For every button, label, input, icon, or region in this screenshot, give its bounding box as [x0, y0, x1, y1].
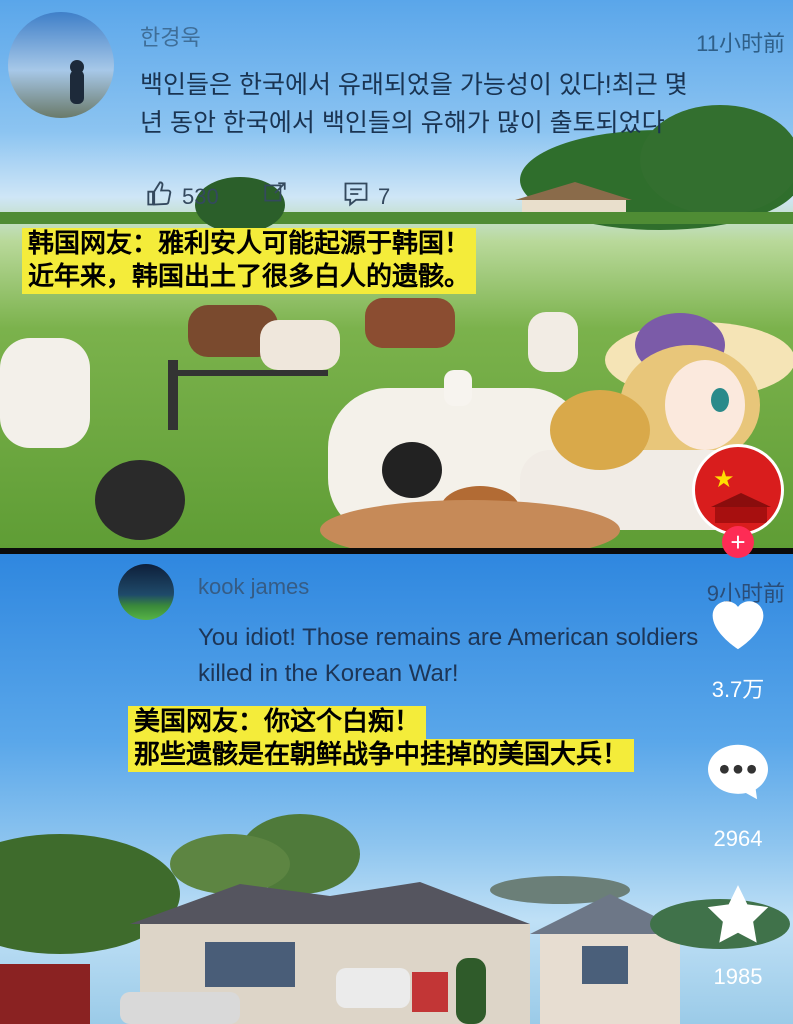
- timestamp-top: 11小时前: [696, 31, 785, 56]
- creator-avatar-button[interactable]: ★ +: [683, 444, 793, 558]
- username-top[interactable]: 한경욱: [140, 20, 201, 52]
- heart-icon: [703, 590, 773, 658]
- reply-action-top[interactable]: 7: [342, 180, 390, 214]
- like-button[interactable]: 3.7万: [683, 590, 793, 704]
- like-count: 3.7万: [711, 677, 765, 702]
- comment-bubble-icon: [705, 742, 771, 808]
- comment-button[interactable]: 2964: [683, 742, 793, 852]
- bottom-comment-card: kook james 9小时前 You idiot! Those remains…: [0, 554, 793, 1024]
- thumbs-up-icon: [146, 180, 174, 214]
- action-sidebar: ★ + 3.7万 2964 1985: [683, 440, 793, 1024]
- caption-korean-netizen-line-1: 韩国网友：雅利安人可能起源于韩国！: [22, 228, 477, 261]
- comment-icon: [342, 180, 370, 214]
- username-bottom[interactable]: kook james: [198, 574, 309, 600]
- comment-text-line-1: 백인들은 한국에서 유래되었을 가능성이 있다!최근 몇: [140, 71, 688, 99]
- star-icon: [705, 882, 771, 952]
- follow-plus-icon[interactable]: +: [722, 526, 754, 558]
- caption-american-netizen-line-1: 美国网友：你这个白痴！: [128, 706, 427, 739]
- caption-american-netizen-line-2: 那些遗骸是在朝鲜战争中挂掉的美国大兵！: [128, 739, 635, 772]
- reply-count-top: 7: [378, 184, 391, 209]
- favorite-count: 1985: [713, 964, 763, 989]
- creator-avatar: ★: [692, 444, 784, 536]
- user-avatar-bottom[interactable]: [118, 564, 174, 620]
- svg-text:★: ★: [713, 465, 735, 493]
- caption-korean-netizen-line-2: 近年来，韩国出土了很多白人的遗骸。: [22, 261, 477, 294]
- share-action-top[interactable]: [262, 180, 288, 212]
- like-count-top: 530: [182, 184, 219, 209]
- video-screen: 한경욱 11小时前 백인들은 한국에서 유래되었을 가능성이 있다!최근 몇 년…: [0, 0, 793, 1024]
- favorite-button[interactable]: 1985: [683, 882, 793, 990]
- comment-text-line-2: 년 동안 한국에서 백인들의 유해가 많이 출토되었다: [140, 109, 665, 137]
- user-avatar-top[interactable]: [8, 12, 114, 118]
- share-icon: [262, 180, 288, 212]
- like-action-top[interactable]: 530: [146, 180, 219, 214]
- top-comment-card: 한경욱 11小时前 백인들은 한국에서 유래되었을 가능성이 있다!최근 몇 년…: [0, 0, 793, 548]
- comment-count: 2964: [713, 826, 763, 851]
